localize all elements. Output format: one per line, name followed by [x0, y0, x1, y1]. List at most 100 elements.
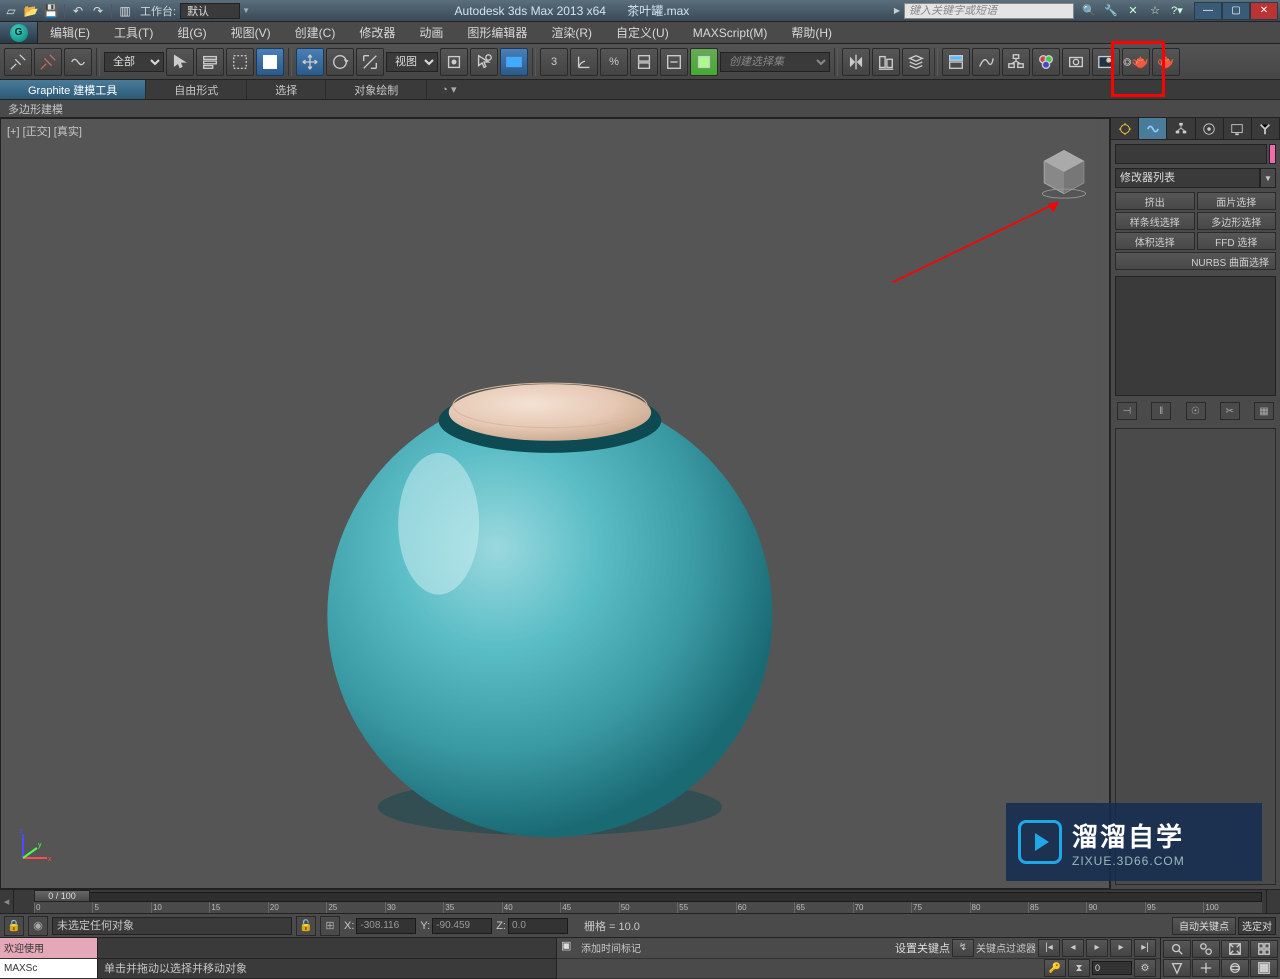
prev-frame-icon[interactable]: ◂	[1062, 939, 1084, 957]
project-icon[interactable]: ▥	[116, 2, 134, 20]
orbit-icon[interactable]	[1221, 959, 1249, 977]
render-production-icon[interactable]: 🫖	[1122, 48, 1150, 76]
infocenter-search[interactable]: 键入关键字或短语	[904, 3, 1074, 19]
close-button[interactable]: ✕	[1250, 2, 1278, 20]
menu-tools[interactable]: 工具(T)	[102, 22, 165, 43]
configure-sets-icon[interactable]: ▦	[1254, 402, 1274, 420]
minimize-button[interactable]: —	[1194, 2, 1222, 20]
key-mode-select[interactable]: 选定对	[1238, 917, 1276, 935]
schematic-view-icon[interactable]	[1002, 48, 1030, 76]
menu-modifiers[interactable]: 修改器	[347, 22, 407, 43]
menu-create[interactable]: 创建(C)	[283, 22, 348, 43]
render-iterative-icon[interactable]: 🫖	[1152, 48, 1180, 76]
select-rotate-icon[interactable]	[326, 48, 354, 76]
align-icon[interactable]	[872, 48, 900, 76]
select-object-icon[interactable]	[166, 48, 194, 76]
redo-icon[interactable]: ↷	[89, 2, 107, 20]
tab-object-paint[interactable]: 对象绘制	[326, 80, 427, 99]
key-mode-icon[interactable]: 🔑	[1044, 959, 1066, 977]
material-editor-icon[interactable]	[1032, 48, 1060, 76]
menu-group[interactable]: 组(G)	[165, 22, 218, 43]
snap-3-icon[interactable]: 3	[540, 48, 568, 76]
unlink-icon[interactable]	[34, 48, 62, 76]
select-by-name-icon[interactable]	[196, 48, 224, 76]
curve-editor-icon[interactable]	[972, 48, 1000, 76]
display-tab-icon[interactable]	[1224, 118, 1252, 139]
select-link-icon[interactable]	[4, 48, 32, 76]
viewport-canvas[interactable]	[1, 119, 1109, 888]
use-center-icon[interactable]	[440, 48, 468, 76]
workspace-value[interactable]: 默认	[180, 3, 240, 19]
create-tab-icon[interactable]	[1111, 118, 1139, 139]
search-go-icon[interactable]: 🔍	[1080, 2, 1098, 20]
btn-spline-select[interactable]: 样条线选择	[1115, 212, 1195, 230]
menu-animation[interactable]: 动画	[407, 22, 455, 43]
btn-nurbs-select[interactable]: NURBS 曲面选择	[1115, 252, 1276, 270]
fov-icon[interactable]	[1163, 959, 1191, 977]
zoom-extents-icon[interactable]	[1221, 940, 1249, 958]
coord-y-input[interactable]	[432, 918, 492, 934]
menu-help[interactable]: 帮助(H)	[779, 22, 844, 43]
menu-customize[interactable]: 自定义(U)	[604, 22, 681, 43]
rendered-frame-icon[interactable]	[1092, 48, 1120, 76]
zoom-all-icon[interactable]	[1192, 940, 1220, 958]
coord-x-input[interactable]	[356, 918, 416, 934]
lock-toggle-icon[interactable]: 🔓	[296, 916, 316, 936]
make-unique-icon[interactable]: ☉	[1186, 402, 1206, 420]
pin-stack-icon[interactable]: ⊣	[1117, 402, 1137, 420]
utilities-tab-icon[interactable]	[1252, 118, 1280, 139]
modifier-list-arrow[interactable]: ▼	[1260, 168, 1276, 188]
select-scale-icon[interactable]	[356, 48, 384, 76]
spinner-snap-icon[interactable]	[630, 48, 658, 76]
remove-modifier-icon[interactable]: ✂	[1220, 402, 1240, 420]
modify-tab-icon[interactable]	[1139, 118, 1167, 139]
select-region-rect-icon[interactable]	[226, 48, 254, 76]
ribbon-panel-polymodel[interactable]: 多边形建模	[0, 100, 1280, 118]
open-icon[interactable]: 📂	[22, 2, 40, 20]
goto-start-icon[interactable]: |◂	[1038, 939, 1060, 957]
abs-rel-icon[interactable]: ⊞	[320, 916, 340, 936]
script-listener-mini[interactable]: 欢迎使用 MAXSc	[0, 938, 98, 979]
maximize-viewport-icon[interactable]	[1250, 959, 1278, 977]
menu-edit[interactable]: 编辑(E)	[38, 22, 102, 43]
menu-rendering[interactable]: 渲染(R)	[539, 22, 604, 43]
tab-selection[interactable]: 选择	[247, 80, 326, 99]
coord-z-input[interactable]	[508, 918, 568, 934]
render-setup-icon[interactable]	[1062, 48, 1090, 76]
viewport-label[interactable]: [+] [正交] [真实]	[7, 123, 82, 139]
mirror-icon[interactable]	[842, 48, 870, 76]
help-icon[interactable]: ?▾	[1168, 2, 1186, 20]
select-move-icon[interactable]	[296, 48, 324, 76]
auto-key-button[interactable]: 自动关键点	[1172, 917, 1236, 935]
play-icon[interactable]: ▸	[1086, 939, 1108, 957]
new-icon[interactable]: ▱	[2, 2, 20, 20]
named-selection-icon[interactable]	[690, 48, 718, 76]
goto-end-icon[interactable]: ▸|	[1134, 939, 1156, 957]
favorite-icon[interactable]: ☆	[1146, 2, 1164, 20]
isolation-icon[interactable]: ◉	[28, 916, 48, 936]
menu-views[interactable]: 视图(V)	[219, 22, 283, 43]
key-filters-icon[interactable]: ↯	[952, 939, 974, 957]
object-color-swatch[interactable]	[1269, 144, 1276, 164]
time-config2-icon[interactable]: ⚙	[1134, 959, 1156, 977]
exchange-icon[interactable]: ✕	[1124, 2, 1142, 20]
motion-tab-icon[interactable]	[1196, 118, 1224, 139]
selection-filter[interactable]: 全部	[104, 52, 164, 72]
current-frame-input[interactable]	[1092, 961, 1132, 975]
toggle-ribbon-icon[interactable]	[942, 48, 970, 76]
maximize-button[interactable]: ▢	[1222, 2, 1250, 20]
viewcube[interactable]	[1037, 145, 1091, 199]
modifier-stack[interactable]	[1115, 276, 1276, 396]
btn-poly-select[interactable]: 多边形选择	[1197, 212, 1277, 230]
time-tag-icon[interactable]: ▣	[561, 939, 579, 957]
percent-snap-icon[interactable]: %	[600, 48, 628, 76]
zoom-icon[interactable]	[1163, 940, 1191, 958]
tab-freeform[interactable]: 自由形式	[146, 80, 247, 99]
ribbon-minimize[interactable]: ◔ ▾	[433, 80, 464, 99]
pan-icon[interactable]	[1192, 959, 1220, 977]
ref-coord-system[interactable]: 视图	[386, 52, 438, 72]
select-manipulate-icon[interactable]	[470, 48, 498, 76]
angle-snap-icon[interactable]	[570, 48, 598, 76]
zoom-extents-all-icon[interactable]	[1250, 940, 1278, 958]
set-key-button[interactable]: 设置关键点	[895, 940, 950, 956]
